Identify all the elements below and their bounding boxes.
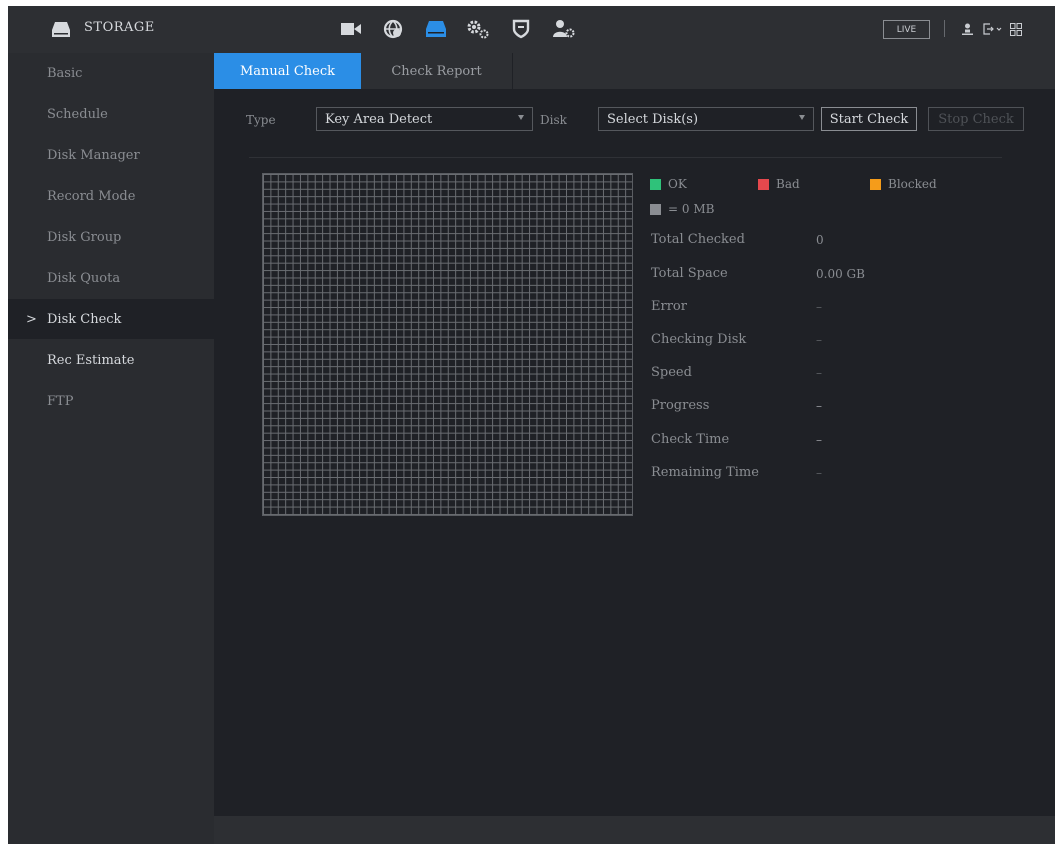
legend-ok-label: OK [668, 177, 687, 191]
sidebar-item-label: Disk Group [47, 229, 122, 245]
storage-icon[interactable] [420, 14, 452, 44]
speed-value: – [816, 366, 822, 380]
settings-icon[interactable] [462, 14, 494, 44]
ok-swatch [650, 178, 661, 190]
chevron-right-icon: > [26, 311, 37, 327]
sidebar-item-label: Disk Quota [47, 270, 121, 286]
legend-bad: Bad [758, 177, 800, 191]
disk-select[interactable]: Select Disk(s) [598, 107, 814, 131]
live-button[interactable]: LIVE [883, 20, 930, 39]
stat-label: Speed [651, 365, 692, 380]
dropdown-arrow-icon [518, 115, 524, 120]
app-window: STORAGE LIVE Basic Schedule Disk Manager… [8, 6, 1055, 844]
type-select[interactable]: Key Area Detect [316, 107, 533, 131]
stat-label: Remaining Time [651, 465, 759, 480]
sidebar-item-label: Disk Manager [47, 147, 140, 163]
check-time-value: – [816, 433, 822, 447]
remaining-time-value: – [816, 466, 822, 480]
sidebar-item-label: Record Mode [47, 188, 136, 204]
type-label: Type [246, 113, 276, 127]
sidebar-item-rec-estimate[interactable]: Rec Estimate [8, 340, 214, 380]
sidebar-item-disk-manager[interactable]: Disk Manager [8, 135, 214, 175]
stat-label: Error [651, 299, 687, 314]
sidebar-item-label: Schedule [47, 106, 108, 122]
camera-icon[interactable] [335, 14, 367, 44]
user-icon[interactable] [961, 21, 973, 37]
type-select-value: Key Area Detect [325, 111, 433, 127]
sidebar-item-label: Basic [47, 65, 83, 81]
stat-label: Progress [651, 398, 710, 413]
sidebar-item-basic[interactable]: Basic [8, 53, 214, 93]
disk-check-grid [262, 173, 633, 516]
app-title: STORAGE [84, 20, 155, 35]
stat-label: Total Checked [651, 232, 745, 247]
logout-icon[interactable] [983, 21, 1003, 37]
checking-disk-value: – [816, 333, 822, 347]
tab-divider [512, 53, 513, 89]
sidebar-item-label: Disk Check [47, 311, 122, 327]
sidebar-item-ftp[interactable]: FTP [8, 381, 214, 421]
legend-ok: OK [650, 177, 687, 191]
top-bar: STORAGE LIVE [8, 6, 1055, 54]
legend-unit: = 0 MB [650, 202, 714, 216]
total-checked-value: 0 [816, 233, 824, 247]
bottom-bar [214, 816, 1055, 844]
sidebar-item-label: Rec Estimate [47, 352, 135, 368]
legend-unit-label: = 0 MB [668, 202, 715, 216]
menu-grid-icon[interactable] [1009, 21, 1022, 37]
legend-bad-label: Bad [776, 177, 800, 191]
start-check-button[interactable]: Start Check [821, 107, 917, 131]
bad-swatch [758, 178, 769, 190]
error-value: – [816, 300, 822, 314]
stat-label: Total Space [651, 266, 728, 281]
blocked-swatch [870, 178, 881, 190]
sidebar-item-record-mode[interactable]: Record Mode [8, 176, 214, 216]
section-divider [249, 157, 1002, 158]
tab-manual-check[interactable]: Manual Check [214, 53, 361, 89]
sidebar: Basic Schedule Disk Manager Record Mode … [8, 53, 214, 844]
stat-label: Checking Disk [651, 332, 747, 347]
sidebar-item-disk-group[interactable]: Disk Group [8, 217, 214, 257]
legend-blocked-label: Blocked [888, 177, 937, 191]
legend-blocked: Blocked [870, 177, 937, 191]
unit-swatch [650, 203, 661, 215]
disk-select-value: Select Disk(s) [607, 111, 699, 127]
sidebar-item-disk-quota[interactable]: Disk Quota [8, 258, 214, 298]
sidebar-item-disk-check[interactable]: > Disk Check [8, 299, 214, 339]
stop-check-button[interactable]: Stop Check [928, 107, 1024, 131]
storage-logo-icon [52, 22, 70, 37]
security-icon[interactable] [505, 14, 537, 44]
disk-label: Disk [540, 113, 567, 127]
network-icon[interactable] [377, 14, 409, 44]
tab-check-report[interactable]: Check Report [361, 53, 512, 89]
stat-label: Check Time [651, 432, 730, 447]
tab-bar: Manual Check Check Report [214, 53, 1055, 89]
header-separator [944, 20, 945, 37]
progress-value: – [816, 399, 822, 413]
account-icon[interactable] [548, 14, 580, 44]
total-space-value: 0.00 GB [816, 267, 865, 281]
sidebar-item-label: FTP [47, 393, 74, 409]
sidebar-item-schedule[interactable]: Schedule [8, 94, 214, 134]
dropdown-arrow-icon [799, 115, 805, 120]
